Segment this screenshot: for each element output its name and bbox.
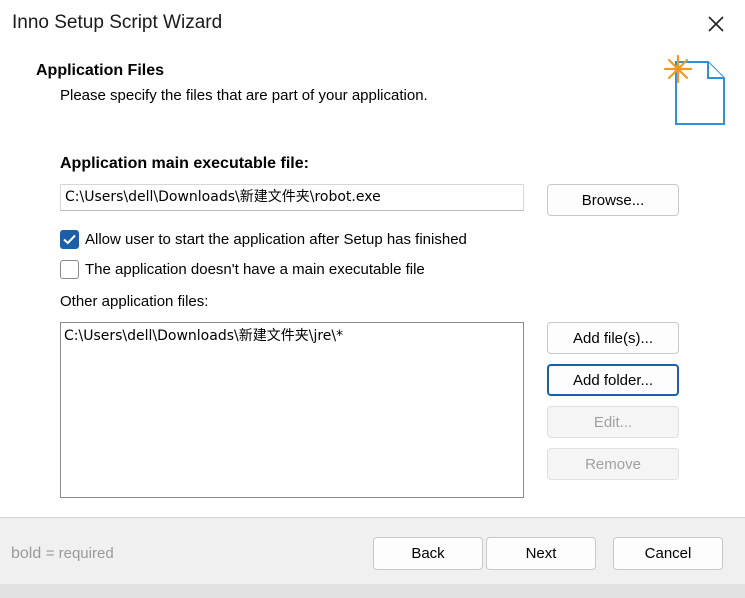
close-button[interactable] bbox=[701, 10, 731, 38]
browse-button[interactable]: Browse... bbox=[547, 184, 679, 216]
allow-start-option[interactable]: Allow user to start the application afte… bbox=[60, 228, 467, 250]
close-icon bbox=[708, 16, 724, 32]
new-file-sparkle-icon bbox=[663, 54, 725, 125]
page-title: Application Files bbox=[36, 62, 165, 79]
legend-bold-word: bold bbox=[11, 545, 42, 562]
back-button[interactable]: Back bbox=[373, 537, 483, 570]
list-item[interactable]: C:\Users\dell\Downloads\新建文件夹\jre\* bbox=[64, 325, 520, 347]
add-folder-button[interactable]: Add folder... bbox=[547, 364, 679, 396]
allow-start-checkbox[interactable] bbox=[60, 229, 79, 249]
remove-button[interactable]: Remove bbox=[547, 448, 679, 480]
allow-start-label: Allow user to start the application afte… bbox=[85, 230, 467, 248]
add-files-button[interactable]: Add file(s)... bbox=[547, 322, 679, 354]
checkmark-icon bbox=[63, 234, 76, 244]
main-exe-label: Application main executable file: bbox=[60, 155, 309, 172]
other-files-list[interactable]: C:\Users\dell\Downloads\新建文件夹\jre\* bbox=[60, 322, 524, 498]
wizard-window: Inno Setup Script Wizard Application Fil… bbox=[0, 0, 745, 598]
title-bar: Inno Setup Script Wizard bbox=[0, 0, 745, 48]
cancel-button[interactable]: Cancel bbox=[613, 537, 723, 570]
required-legend: bold = required bbox=[11, 545, 114, 563]
no-main-exe-label: The application doesn't have a main exec… bbox=[85, 260, 425, 278]
edit-button[interactable]: Edit... bbox=[547, 406, 679, 438]
legend-required-text: = required bbox=[45, 545, 114, 562]
no-main-exe-checkbox[interactable] bbox=[60, 259, 79, 279]
other-files-label: Other application files: bbox=[60, 293, 209, 310]
main-exe-input[interactable]: C:\Users\dell\Downloads\新建文件夹\robot.exe bbox=[60, 184, 524, 211]
page-description: Please specify the files that are part o… bbox=[60, 87, 428, 104]
window-bottom-edge bbox=[0, 584, 745, 598]
window-title: Inno Setup Script Wizard bbox=[12, 12, 223, 33]
next-button[interactable]: Next bbox=[486, 537, 596, 570]
no-main-exe-option[interactable]: The application doesn't have a main exec… bbox=[60, 258, 425, 280]
